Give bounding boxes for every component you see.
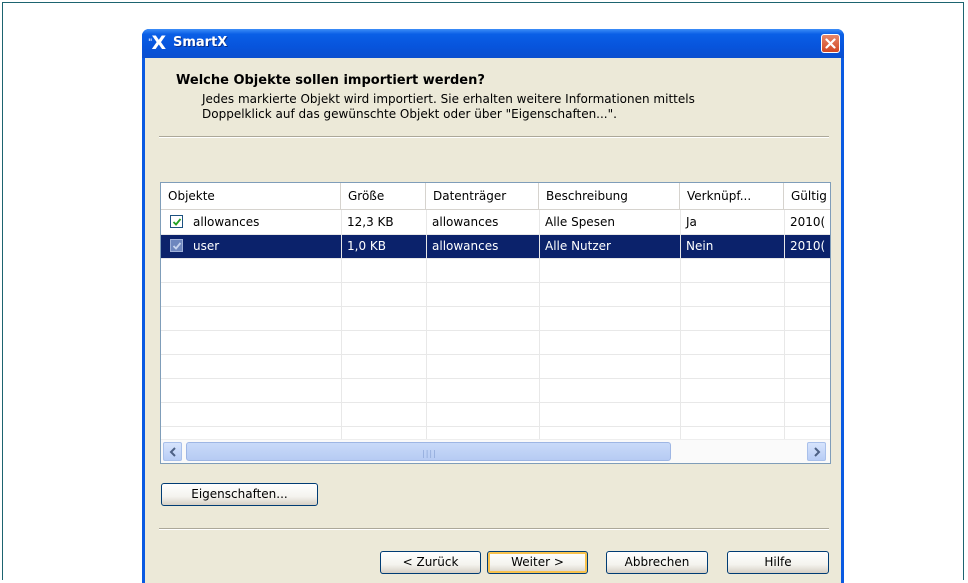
cell-objekte: user: [193, 239, 220, 253]
grid-line: [161, 354, 830, 355]
grid-line: [784, 210, 785, 439]
dialog-client-area: Welche Objekte sollen importiert werden?…: [145, 58, 841, 583]
grid-line: [161, 282, 830, 283]
arrow-left-icon: [169, 447, 176, 457]
cell-beschreibung: Alle Nutzer: [545, 239, 611, 253]
cell-verknuepfung: Ja: [686, 215, 697, 229]
cancel-button[interactable]: Abbrechen: [606, 551, 708, 574]
smartx-dialog: ''X SmartX Welche Objekte sollen importi…: [142, 29, 844, 583]
checkmark-icon: [172, 242, 182, 250]
grid-line: [680, 210, 681, 439]
close-button[interactable]: [821, 34, 840, 53]
column-header-datentraeger[interactable]: Datenträger: [426, 183, 539, 209]
grid-line: [161, 234, 830, 235]
close-icon: [825, 38, 836, 49]
separator: [159, 136, 829, 138]
cell-verknuepfung: Nein: [686, 239, 714, 253]
scroll-right-button[interactable]: [807, 442, 826, 461]
grid-line: [161, 426, 830, 427]
window-title: SmartX: [173, 35, 228, 50]
cell-groesse: 12,3 KB: [347, 215, 394, 229]
table-header: Objekte Größe Datenträger Beschreibung V…: [161, 183, 830, 210]
horizontal-scrollbar[interactable]: ||||: [161, 439, 830, 463]
column-header-groesse[interactable]: Größe: [341, 183, 426, 209]
objects-table[interactable]: Objekte Größe Datenträger Beschreibung V…: [160, 182, 831, 464]
grid-line: [161, 402, 830, 403]
table-row[interactable]: allowances 12,3 KB allowances Alle Spese…: [161, 210, 830, 234]
arrow-right-icon: [814, 447, 821, 457]
cell-objekte: allowances: [193, 215, 260, 229]
cell-datentraeger: allowances: [432, 239, 499, 253]
grid-line: [539, 210, 540, 439]
title-bar[interactable]: ''X SmartX: [142, 29, 844, 58]
cell-datentraeger: allowances: [432, 215, 499, 229]
properties-button[interactable]: Eigenschaften...: [161, 483, 318, 506]
scroll-thumb[interactable]: ||||: [186, 442, 671, 461]
column-header-objekte[interactable]: Objekte: [161, 183, 341, 209]
column-header-beschreibung[interactable]: Beschreibung: [539, 183, 680, 209]
grid-line: [161, 306, 830, 307]
cell-gueltig: 2010(: [790, 215, 826, 229]
separator: [159, 528, 829, 530]
description-line: Doppelklick auf das gewünschte Objekt od…: [202, 107, 617, 121]
grid-line: [341, 210, 342, 439]
smartx-logo-icon: ''X: [148, 32, 166, 54]
grid-line: [161, 258, 830, 259]
checkmark-icon: [172, 218, 182, 226]
description-line: Jedes markierte Objekt wird importiert. …: [202, 92, 695, 106]
grid-line: [426, 210, 427, 439]
row-checkbox[interactable]: [170, 215, 183, 228]
column-header-verknuepfung[interactable]: Verknüpf...: [680, 183, 784, 209]
back-button[interactable]: < Zurück: [380, 551, 481, 574]
grid-line: [161, 378, 830, 379]
cell-gueltig: 2010(: [790, 239, 826, 253]
scroll-grip: ||||: [422, 449, 437, 458]
table-row-selected[interactable]: user 1,0 KB allowances Alle Nutzer Nein …: [161, 234, 830, 258]
page-heading: Welche Objekte sollen importiert werden?: [176, 73, 485, 88]
page-description: Jedes markierte Objekt wird importiert. …: [202, 92, 822, 122]
grid-line: [161, 330, 830, 331]
column-header-gueltig[interactable]: Gültig: [784, 183, 830, 209]
help-button[interactable]: Hilfe: [727, 551, 829, 574]
cell-beschreibung: Alle Spesen: [545, 215, 615, 229]
next-button[interactable]: Weiter >: [487, 551, 588, 574]
cell-groesse: 1,0 KB: [347, 239, 386, 253]
row-checkbox[interactable]: [170, 239, 183, 252]
scroll-left-button[interactable]: [163, 442, 182, 461]
